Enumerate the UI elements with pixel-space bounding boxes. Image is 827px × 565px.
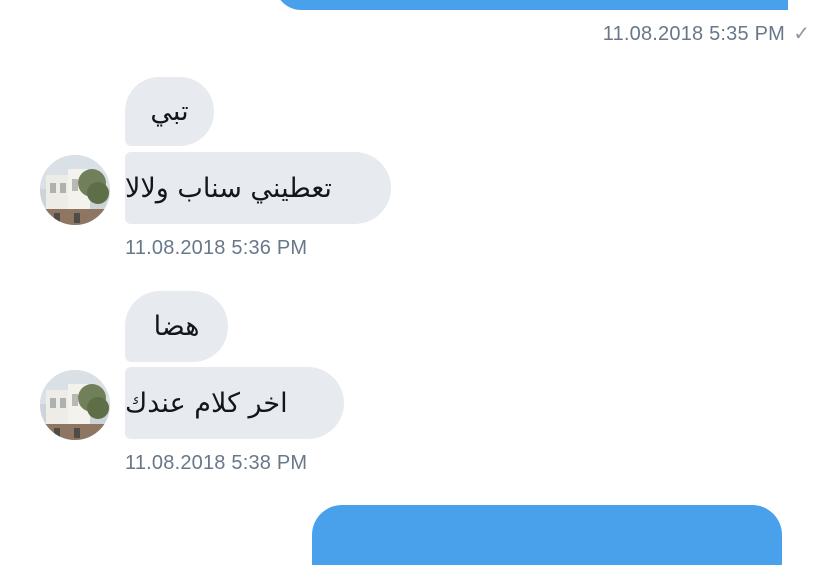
received-message-bubble[interactable]: تعطيني سناب ولالا xyxy=(125,152,391,224)
message-text: تبي xyxy=(150,96,189,127)
message-text: تعطيني سناب ولالا xyxy=(125,172,332,204)
received-message-bubble[interactable]: هضا xyxy=(125,291,228,362)
sent-message-bubble[interactable] xyxy=(275,0,788,10)
check-icon: ✓ xyxy=(793,21,810,45)
message-timestamp: 11.08.2018 5:35 PM xyxy=(602,23,785,45)
sent-message-bubble[interactable] xyxy=(312,505,782,565)
message-text: اخر كلام عندك xyxy=(125,387,288,419)
avatar[interactable] xyxy=(40,155,110,225)
message-timestamp: 11.08.2018 5:36 PM xyxy=(125,237,308,259)
received-message-bubble[interactable]: تبي xyxy=(125,77,214,146)
received-message-bubble[interactable]: اخر كلام عندك xyxy=(125,367,344,439)
avatar[interactable] xyxy=(40,370,110,440)
message-text: هضا xyxy=(153,311,200,342)
message-timestamp: 11.08.2018 5:38 PM xyxy=(125,452,308,474)
